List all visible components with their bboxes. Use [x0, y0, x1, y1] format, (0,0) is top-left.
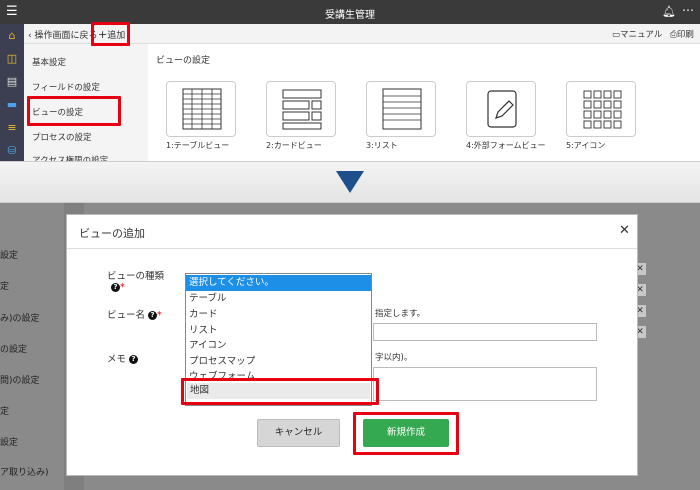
view-label-table: 1:テーブルビュー: [166, 141, 230, 150]
view-label-card: 2:カードビュー: [266, 141, 322, 150]
menu-item-access[interactable]: アクセス権限の設定: [32, 154, 108, 161]
dropdown-option[interactable]: カード: [186, 307, 371, 323]
view-card-table[interactable]: [166, 81, 236, 137]
view-card-list[interactable]: [366, 81, 436, 137]
table-view-icon: [182, 88, 222, 130]
back-button[interactable]: ‹ 操作画面に戻る: [28, 28, 97, 41]
close-icon[interactable]: ✕: [619, 223, 630, 238]
menu-item-process[interactable]: プロセスの設定: [32, 131, 92, 143]
view-name-input[interactable]: [373, 323, 597, 341]
view-type-help: ? *: [111, 282, 125, 293]
background-item: 定: [0, 282, 10, 292]
view-name-hint: 指定します。: [375, 309, 426, 319]
view-name-label: ビュー名 ? *: [107, 310, 162, 321]
memo-label: メモ ?: [107, 351, 139, 365]
highlight-view-settings: [27, 96, 121, 126]
required-mark: *: [157, 310, 162, 321]
memo-textarea[interactable]: [373, 367, 597, 401]
menu-item-fields[interactable]: フィールドの設定: [32, 81, 100, 93]
background-item: の設定: [0, 345, 28, 355]
help-icon[interactable]: ?: [129, 355, 139, 364]
background-item: ア取り込み): [0, 468, 49, 478]
chat-icon[interactable]: ▬: [5, 98, 19, 112]
database-icon[interactable]: ⛁: [5, 144, 19, 158]
dropdown-option[interactable]: プロセスマップ: [186, 354, 371, 370]
dropdown-option[interactable]: ウェブフォーム: [186, 369, 371, 378]
dropdown-option[interactable]: 選択してください。: [186, 275, 371, 291]
help-icon[interactable]: ?: [111, 283, 120, 292]
dropdown-option[interactable]: アイコン: [186, 338, 371, 354]
more-icon[interactable]: ⋯: [682, 3, 695, 17]
arrow-down-icon: [336, 171, 364, 193]
transition-band: [0, 161, 700, 203]
home-icon[interactable]: ⌂: [5, 29, 19, 43]
card-view-icon: [282, 89, 322, 130]
highlight-create-button: [353, 412, 459, 455]
print-link[interactable]: ⎙印刷: [670, 28, 694, 40]
menu-item-basic[interactable]: 基本設定: [32, 56, 66, 68]
highlight-add-button: [91, 22, 130, 46]
dropdown-option[interactable]: テーブル: [186, 291, 371, 307]
external-form-icon: [487, 90, 517, 128]
background-item: 問)の設定: [0, 376, 40, 386]
view-type-label: ビューの種類: [107, 271, 165, 282]
dropdown-option[interactable]: リスト: [186, 323, 371, 339]
view-card-card[interactable]: [266, 81, 336, 137]
content-title: ビューの設定: [156, 56, 211, 66]
document-icon[interactable]: ▤: [5, 75, 19, 89]
view-label-icon: 5:アイコン: [566, 141, 606, 150]
highlight-map-option: [181, 378, 379, 405]
dialog-title: ビューの追加: [79, 227, 145, 240]
memo-hint: 字以内)。: [375, 353, 413, 363]
view-label-list: 3:リスト: [366, 141, 398, 150]
required-mark: *: [120, 282, 125, 293]
left-icon-bar: ⌂ ◫ ▤ ▬ ≡ ⛁: [0, 24, 24, 161]
background-item: 定: [0, 407, 10, 417]
add-view-dialog: ビューの追加 ✕ ビューの種類 ? * ビュー名 ? * 指定します。 メモ ? 字…: [66, 214, 638, 476]
list-icon[interactable]: ≡: [5, 121, 19, 135]
basket-icon[interactable]: ◫: [5, 52, 19, 66]
view-card-icon[interactable]: [566, 81, 636, 137]
view-label-external-form: 4:外部フォームビュー: [466, 141, 546, 150]
manual-link[interactable]: ▭マニュアル: [612, 28, 662, 40]
help-icon[interactable]: ?: [148, 311, 158, 320]
book-icon: ▭: [612, 30, 621, 40]
background-item: 設定: [0, 251, 19, 261]
dialog-header: ビューの追加 ✕: [67, 215, 637, 249]
background-item: 設定: [0, 438, 19, 448]
app-title: 受講生管理: [325, 10, 375, 21]
list-view-icon: [382, 88, 422, 130]
cancel-button[interactable]: キャンセル: [257, 419, 340, 447]
icon-view-icon: [583, 90, 622, 129]
view-card-external-form[interactable]: [466, 81, 536, 137]
app-titlebar: ☰ 受講生管理 🔔︎ ⋯: [0, 0, 700, 24]
bell-icon[interactable]: 🔔︎: [662, 5, 676, 18]
view-settings-panel: ビューの設定 1:テーブルビュー 2:カードビュー 3:リスト 4:外部フォーム…: [150, 44, 700, 161]
printer-icon: ⎙: [670, 30, 677, 40]
background-item: み)の設定: [0, 314, 40, 324]
